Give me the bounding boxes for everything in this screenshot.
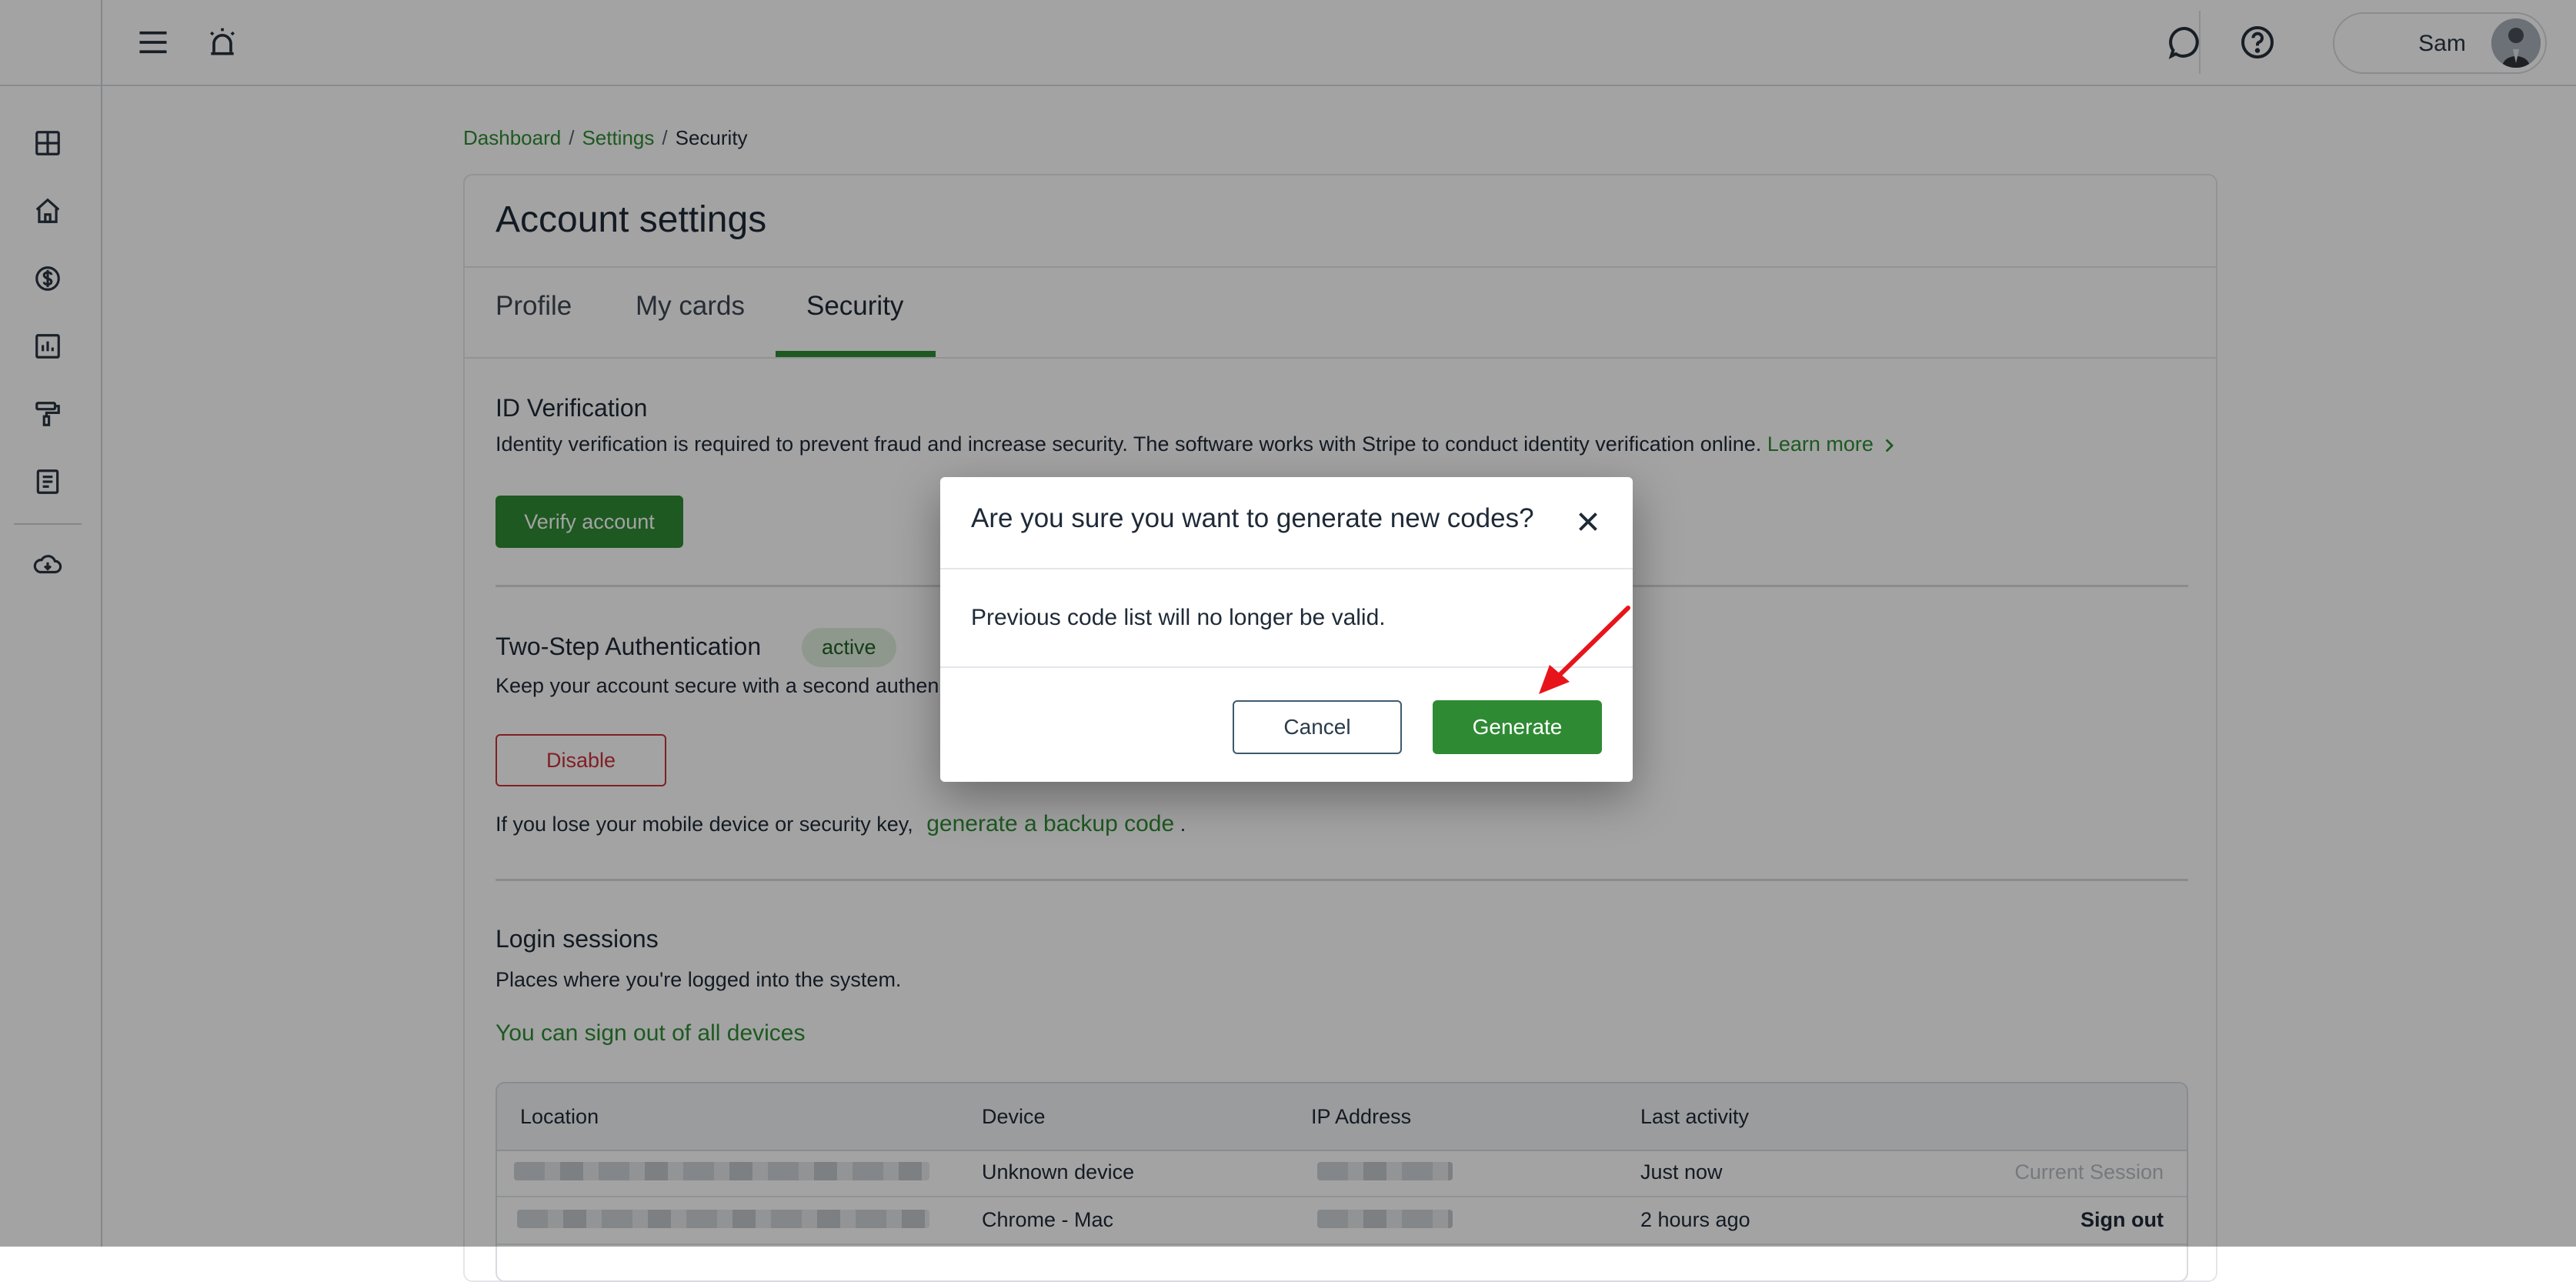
cancel-button[interactable]: Cancel: [1233, 700, 1402, 754]
close-icon[interactable]: [1571, 505, 1605, 539]
dialog-message: Previous code list will no longer be val…: [971, 605, 1386, 630]
dialog-footer-divider: [940, 666, 1633, 668]
dialog-title: Are you sure you want to generate new co…: [971, 503, 1534, 533]
generate-button[interactable]: Generate: [1433, 700, 1602, 754]
dialog-header-divider: [940, 568, 1633, 569]
confirm-generate-codes-dialog: Are you sure you want to generate new co…: [940, 477, 1633, 782]
annotation-arrow-icon: [1539, 606, 1630, 694]
